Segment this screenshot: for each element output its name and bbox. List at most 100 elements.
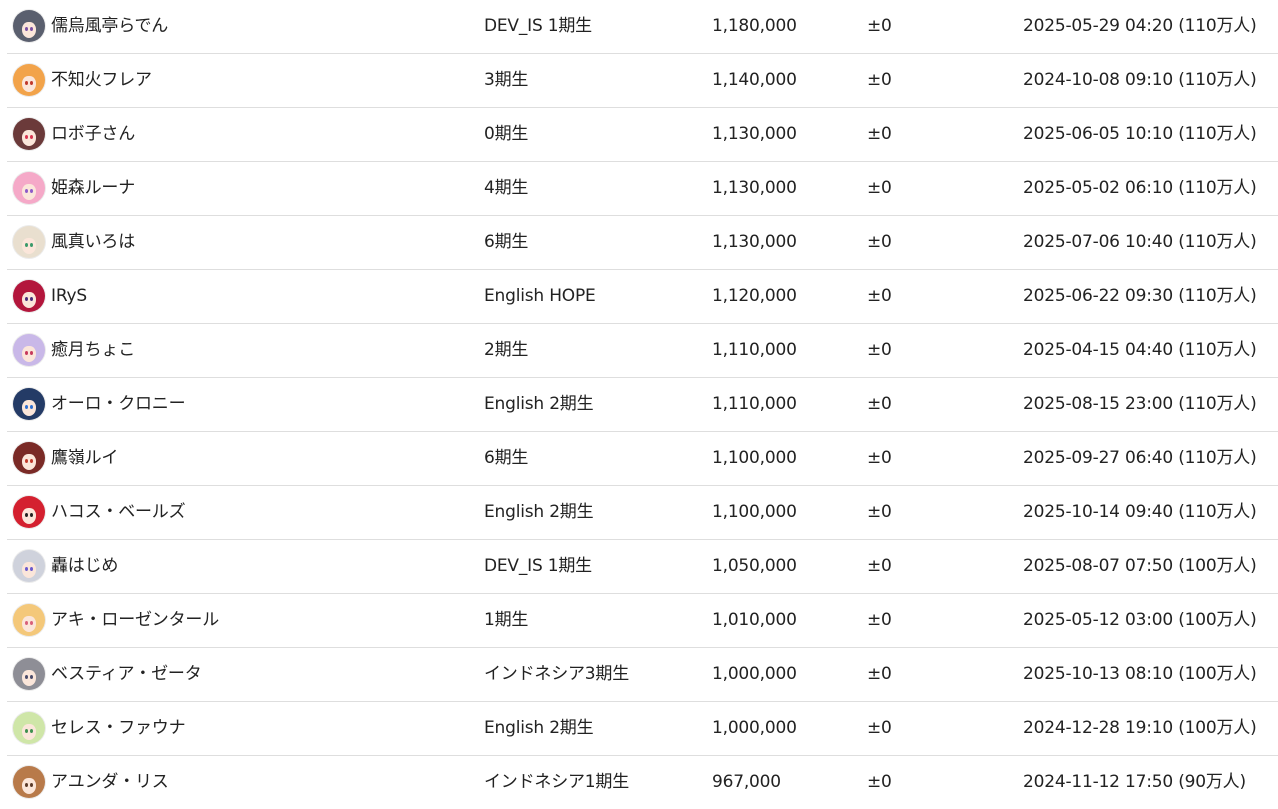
member-name: 風真いろは (51, 232, 135, 252)
member-generation: インドネシア1期生 (484, 772, 630, 792)
member-name: アキ・ローゼンタール (51, 610, 219, 630)
subscriber-change: ±0 (867, 502, 892, 522)
lui-avatar-icon (13, 442, 45, 474)
milestone-reached: 2024-12-28 19:10 (100万人) (1023, 718, 1257, 738)
table-row: 姫森ルーナ 4期生 1,130,000 ±0 2025-05-02 06:10 (110… (7, 162, 1278, 216)
iroha-avatar-icon (13, 226, 45, 258)
fauna-avatar-icon (13, 712, 45, 744)
subscriber-count: 1,100,000 (712, 502, 797, 522)
milestone-reached: 2025-06-22 09:30 (110万人) (1023, 286, 1257, 306)
member-name: 癒月ちょこ (51, 340, 135, 360)
avatar-eye (30, 243, 33, 247)
member-name: ハコス・ベールズ (51, 502, 186, 522)
avatar-eye (30, 459, 33, 463)
member-generation: 0期生 (484, 124, 529, 144)
milestone-reached: 2025-05-12 03:00 (100万人) (1023, 610, 1257, 630)
milestone-reached: 2025-04-15 04:40 (110万人) (1023, 340, 1257, 360)
member-generation: English HOPE (484, 286, 596, 306)
avatar-eye (25, 405, 28, 409)
subscriber-change: ±0 (867, 772, 892, 792)
member-name: アユンダ・リス (51, 772, 169, 792)
avatar-face (22, 508, 36, 524)
subscriber-change: ±0 (867, 340, 892, 360)
avatar-face (22, 76, 36, 92)
subscriber-change: ±0 (867, 556, 892, 576)
subscriber-change: ±0 (867, 448, 892, 468)
table-row: 不知火フレア 3期生 1,140,000 ±0 2024-10-08 09:10 (11… (7, 54, 1278, 108)
subscriber-count: 1,130,000 (712, 124, 797, 144)
flare-avatar-icon (13, 64, 45, 96)
table-row: アユンダ・リス インドネシア1期生 967,000 ±0 2024-11-12 17:5… (7, 756, 1278, 809)
avatar-eye (25, 675, 28, 679)
baelz-avatar-icon (13, 496, 45, 528)
table-row: 儒烏風亭らでん DEV_IS 1期生 1,180,000 ±0 2025-05-29 0… (7, 0, 1278, 54)
milestone-reached: 2025-05-29 04:20 (110万人) (1023, 16, 1257, 36)
member-generation: English 2期生 (484, 502, 594, 522)
avatar-eye (30, 81, 33, 85)
avatar-eye (30, 675, 33, 679)
avatar-eye (30, 189, 33, 193)
table-row: 風真いろは 6期生 1,130,000 ±0 2025-07-06 10:40 (110… (7, 216, 1278, 270)
subscriber-count: 1,000,000 (712, 718, 797, 738)
table-row: ハコス・ベールズ English 2期生 1,100,000 ±0 2025-10-14… (7, 486, 1278, 540)
member-name: ベスティア・ゼータ (51, 664, 202, 684)
subscriber-count: 1,000,000 (712, 664, 797, 684)
avatar-eye (25, 351, 28, 355)
subscriber-change: ±0 (867, 124, 892, 144)
table-row: ベスティア・ゼータ インドネシア3期生 1,000,000 ±0 2025-10-13 … (7, 648, 1278, 702)
avatar-face (22, 778, 36, 794)
avatar-eye (30, 135, 33, 139)
subscriber-change: ±0 (867, 394, 892, 414)
table-row: 癒月ちょこ 2期生 1,110,000 ±0 2025-04-15 04:40 (110… (7, 324, 1278, 378)
risu-avatar-icon (13, 766, 45, 798)
milestone-reached: 2025-10-14 09:40 (110万人) (1023, 502, 1257, 522)
member-generation: 1期生 (484, 610, 529, 630)
avatar-eye (25, 729, 28, 733)
avatar-face (22, 562, 36, 578)
table-row: セレス・ファウナ English 2期生 1,000,000 ±0 2024-12-28… (7, 702, 1278, 756)
milestone-reached: 2024-10-08 09:10 (110万人) (1023, 70, 1257, 90)
subscriber-change: ±0 (867, 178, 892, 198)
avatar-eye (30, 405, 33, 409)
milestone-reached: 2025-09-27 06:40 (110万人) (1023, 448, 1257, 468)
avatar-eye (30, 783, 33, 787)
avatar-eye (30, 297, 33, 301)
subscriber-change: ±0 (867, 718, 892, 738)
avatar-eye (30, 567, 33, 571)
member-generation: DEV_IS 1期生 (484, 556, 592, 576)
member-name: ロボ子さん (51, 124, 135, 144)
avatar-eye (25, 81, 28, 85)
avatar-face (22, 670, 36, 686)
avatar-face (22, 22, 36, 38)
milestone-reached: 2025-07-06 10:40 (110万人) (1023, 232, 1257, 252)
ranking-table: 儒烏風亭らでん DEV_IS 1期生 1,180,000 ±0 2025-05-29 0… (7, 0, 1278, 809)
subscriber-change: ±0 (867, 664, 892, 684)
milestone-reached: 2025-05-02 06:10 (110万人) (1023, 178, 1257, 198)
member-generation: インドネシア3期生 (484, 664, 630, 684)
kronii-avatar-icon (13, 388, 45, 420)
member-name: 鷹嶺ルイ (51, 448, 119, 468)
subscriber-count: 1,110,000 (712, 394, 797, 414)
subscriber-change: ±0 (867, 232, 892, 252)
avatar-eye (25, 513, 28, 517)
table-row: IRyS English HOPE 1,120,000 ±0 2025-06-22 09… (7, 270, 1278, 324)
avatar-eye (30, 513, 33, 517)
member-name: 轟はじめ (51, 556, 119, 576)
subscriber-count: 1,050,000 (712, 556, 797, 576)
irys-avatar-icon (13, 280, 45, 312)
avatar-face (22, 130, 36, 146)
member-generation: 2期生 (484, 340, 529, 360)
avatar-eye (25, 459, 28, 463)
table-row: アキ・ローゼンタール 1期生 1,010,000 ±0 2025-05-12 03:00… (7, 594, 1278, 648)
subscriber-count: 1,110,000 (712, 340, 797, 360)
member-name: 儒烏風亭らでん (51, 16, 169, 36)
raden-avatar-icon (13, 10, 45, 42)
member-generation: English 2期生 (484, 394, 594, 414)
avatar-face (22, 238, 36, 254)
avatar-eye (25, 27, 28, 31)
subscriber-count: 1,140,000 (712, 70, 797, 90)
avatar-eye (25, 567, 28, 571)
subscriber-count: 1,180,000 (712, 16, 797, 36)
avatar-eye (30, 351, 33, 355)
avatar-eye (25, 783, 28, 787)
